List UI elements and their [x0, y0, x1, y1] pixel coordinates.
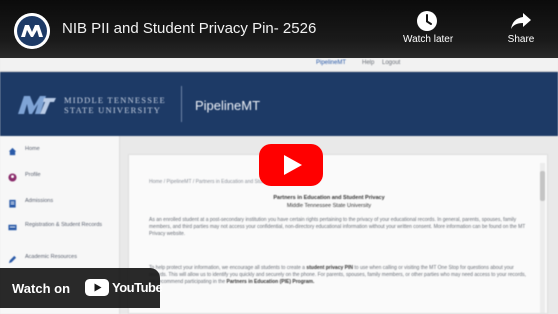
watch-later-button[interactable]: Watch later — [403, 10, 454, 45]
watch-on-youtube-button[interactable]: Watch on YouTube — [0, 268, 163, 308]
pencil-icon — [8, 255, 17, 264]
page-title: Partners in Education and Student Privac… — [273, 195, 385, 201]
clock-icon — [417, 11, 437, 31]
university-banner: MIDDLE TENNESSEE STATE UNIVERSITY Pipeli… — [0, 72, 558, 136]
channel-avatar[interactable] — [14, 13, 50, 49]
sidebar-item-admissions: Admissions — [8, 198, 53, 212]
watch-on-label: Watch on — [12, 281, 71, 296]
utility-bar: PipelineMT Help Logout — [0, 58, 558, 72]
watch-later-label: Watch later — [403, 34, 454, 45]
sidebar-item-registration: Registration & Student Records — [8, 222, 103, 236]
profile-icon — [8, 173, 17, 182]
video-player[interactable]: PipelineMT Help Logout MIDDLE TENNESSEE … — [0, 0, 558, 314]
portal-name: PipelineMT — [195, 98, 261, 113]
youtube-play-icon — [85, 279, 109, 296]
video-title-bar: NIB PII and Student Privacy Pin- 2526 Wa… — [0, 0, 558, 58]
youtube-wordmark: YouTube — [112, 280, 163, 295]
sidebar-item-home: Home — [8, 146, 40, 160]
play-button[interactable] — [259, 144, 323, 186]
clipboard-icon — [9, 199, 16, 208]
banner-divider — [181, 86, 182, 122]
share-label: Share — [507, 34, 535, 45]
youtube-logo: YouTube — [85, 279, 163, 296]
page-subtitle: Middle Tennessee State University — [286, 203, 372, 209]
home-icon — [8, 147, 17, 156]
privacy-paragraph: As an enrolled student at a post-seconda… — [149, 217, 526, 237]
pin-paragraph: To help protect your information, we enc… — [149, 265, 527, 285]
mtsu-logo-icon — [14, 13, 50, 49]
utility-link: PipelineMT — [316, 60, 347, 66]
mt-logo-icon — [18, 96, 56, 114]
university-name: MIDDLE TENNESSEE STATE UNIVERSITY — [64, 95, 166, 115]
content-scrollbar — [540, 163, 545, 313]
share-button[interactable]: Share — [497, 10, 545, 45]
utility-link: Logout — [382, 60, 401, 66]
utility-link: Help — [362, 60, 375, 66]
page-content: Home / PipelineMT / Partners in Educatio… — [128, 154, 548, 314]
sidebar-item-profile: Profile — [8, 172, 41, 186]
records-icon — [8, 224, 17, 231]
video-title[interactable]: NIB PII and Student Privacy Pin- 2526 — [62, 20, 316, 37]
share-arrow-icon — [511, 13, 531, 29]
sidebar-item-academic-resources: Academic Resources — [8, 254, 77, 268]
